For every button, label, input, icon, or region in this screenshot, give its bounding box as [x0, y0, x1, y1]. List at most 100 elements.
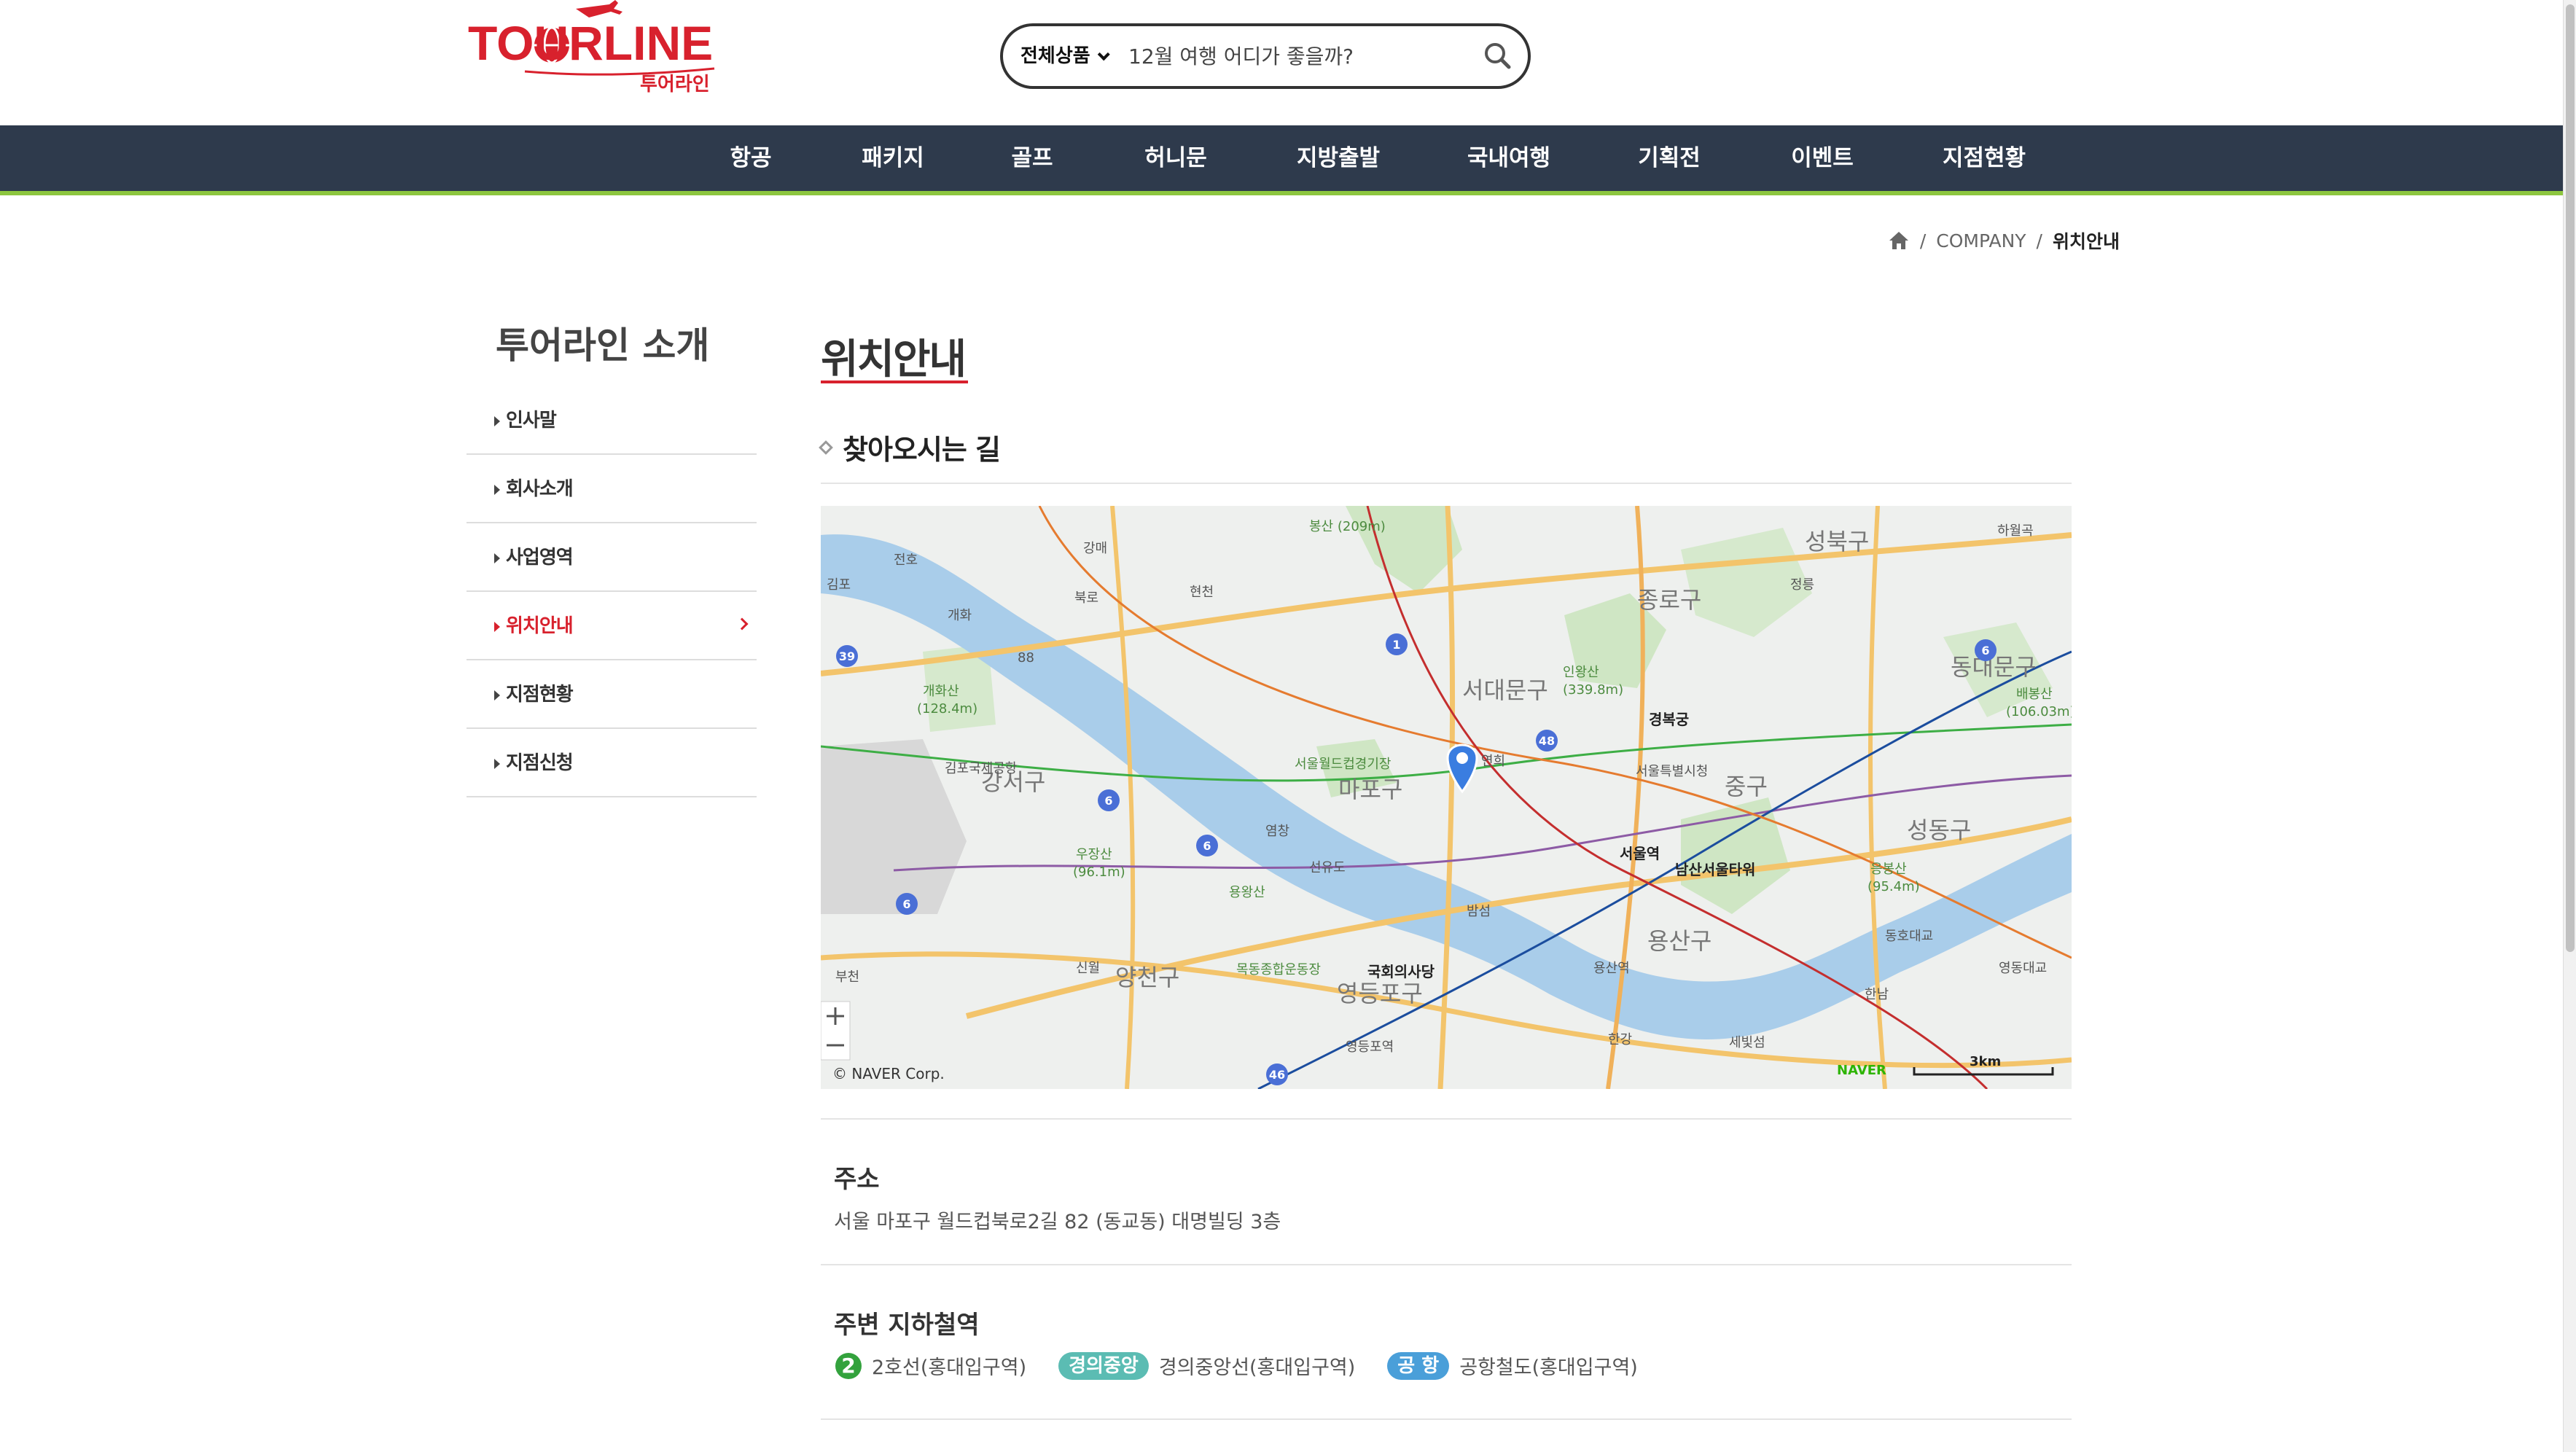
map-label-gaehwasan-h: (128.4m): [917, 701, 977, 717]
section-heading-text: 찾아오시는 길: [843, 434, 1001, 466]
map-label-mokdong: 목동종합운동장: [1236, 962, 1321, 977]
search-category-label: 전체상품: [1020, 45, 1090, 67]
map-label-yangcheon: 양천구: [1115, 964, 1179, 991]
map-label-baebongsan-h: (106.03m): [2006, 704, 2072, 719]
map-label-ic-bucheon: 부천: [835, 969, 859, 985]
map-label-ujangsan: 우장산: [1076, 847, 1112, 862]
sidebar-item-branches[interactable]: 지점현황: [467, 660, 757, 729]
address-title: 주소: [834, 1165, 880, 1194]
sidebar-menu: 인사말 회사소개 사업영역 위치안내 지점현황 지점신청: [467, 386, 757, 797]
tourline-logo[interactable]: TOURLINE 투어라인: [467, 0, 722, 98]
sidebar-item-apply[interactable]: 지점신청: [467, 729, 757, 797]
sidebar-item-business[interactable]: 사업영역: [467, 523, 757, 592]
sidebar-item-label: 지점현황: [506, 684, 574, 706]
nav-item-golf[interactable]: 골프: [996, 125, 1069, 191]
gyeongui-badge: 경의중앙: [1058, 1351, 1149, 1380]
breadcrumb-current: 위치안내: [2052, 231, 2120, 252]
map-label-hangang: 한강: [1608, 1032, 1632, 1047]
search-button[interactable]: [1481, 39, 1515, 73]
route-badge: 1: [1392, 638, 1400, 652]
chevron-right-icon: [735, 617, 749, 631]
map-label-jc-yeongdong: 영동대교: [1999, 961, 2047, 976]
sidebar-title: 투어라인 소개: [496, 324, 710, 367]
zoom-control[interactable]: [821, 1001, 851, 1061]
scrollbar-thumb[interactable]: [2566, 4, 2575, 952]
map-label-eungbongsan: 응봉산: [1870, 862, 1907, 877]
map-label-gimpo-airport: 김포국제공항: [945, 761, 1017, 776]
nav-item-domestic[interactable]: 국내여행: [1458, 125, 1560, 191]
subway-title: 주변 지하철역: [834, 1311, 980, 1340]
map-label-jeongneung: 정릉: [1790, 577, 1814, 593]
map-label-jc-dongho: 동호대교: [1885, 929, 1933, 944]
section-heading: 찾아오시는 길: [819, 427, 1001, 467]
search-input[interactable]: [1128, 26, 1471, 86]
nav-item-regional[interactable]: 지방출발: [1287, 125, 1389, 191]
location-map[interactable]: 성북구 종로구 동대문구 서대문구 마포구 강서구 중구 성동구 용산구 양천구…: [821, 506, 2072, 1089]
map-label-gimpo: 김포: [827, 577, 851, 593]
map-copyright: © NAVER Corp.: [832, 1065, 945, 1082]
search-icon: [1485, 43, 1511, 69]
divider: [821, 1118, 2072, 1120]
map-label-ic-yeonhui: 연희: [1481, 754, 1505, 769]
map-label-yeongdeungpo-station: 영등포역: [1346, 1039, 1394, 1055]
sidebar-item-greeting[interactable]: 인사말: [467, 386, 757, 455]
nav-item-branches[interactable]: 지점현황: [1933, 125, 2035, 191]
map-label-seongdong: 성동구: [1907, 816, 1971, 844]
map-label-gyeongbokgung: 경복궁: [1649, 711, 1689, 728]
nav-item-honeymoon[interactable]: 허니문: [1128, 125, 1223, 191]
subway-line-text: 2호선(홍대입구역): [872, 1357, 1027, 1379]
route-badge: 48: [1539, 734, 1555, 748]
sidebar-item-company[interactable]: 회사소개: [467, 455, 757, 523]
map-label-bamseom: 밤섬: [1467, 904, 1491, 919]
map-label-ic-gaehwa: 개화: [948, 608, 972, 623]
map-label-jongno: 종로구: [1637, 586, 1701, 614]
map-label-ingwangsan: 인왕산: [1563, 665, 1599, 680]
sidebar-item-label: 인사말: [506, 410, 557, 432]
diamond-icon: [819, 440, 833, 455]
sidebar-item-label: 지점신청: [506, 752, 574, 774]
main-nav: 항공 패키지 골프 허니문 지방출발 국내여행 기획전 이벤트 지점현황: [0, 125, 2563, 195]
breadcrumb-separator: /: [2036, 230, 2042, 251]
nav-item-flight[interactable]: 항공: [714, 125, 787, 191]
map-label-junggu: 중구: [1725, 773, 1768, 800]
map-label-bongsan: 봉산 (209m): [1309, 519, 1386, 534]
sidebar-item-label: 사업영역: [506, 547, 574, 569]
search-category-select[interactable]: 전체상품: [1020, 26, 1110, 86]
sidebar-item-label: 회사소개: [506, 478, 574, 500]
breadcrumb-separator: /: [1919, 230, 1927, 251]
map-label-eungbongsan-h: (95.4m): [1867, 879, 1920, 894]
nav-item-special[interactable]: 기획전: [1625, 125, 1713, 191]
bullet-icon: [494, 622, 500, 632]
map-label-sebitseom: 세빛섬: [1729, 1035, 1765, 1050]
map-label-mapo: 마포구: [1338, 776, 1402, 803]
home-icon[interactable]: [1888, 230, 1910, 251]
nav-item-event[interactable]: 이벤트: [1779, 125, 1866, 191]
logo-text: TOURLINE: [468, 16, 713, 70]
sidebar-item-location[interactable]: 위치안내: [467, 592, 757, 660]
route-badge: 39: [839, 649, 855, 663]
page-scrollbar[interactable]: [2563, 0, 2576, 1452]
route-badge: 6: [1104, 794, 1112, 808]
title-underline: [821, 380, 968, 383]
divider: [821, 483, 2072, 484]
map-label-namsan-tower: 남산서울타워: [1675, 861, 1755, 878]
breadcrumb-company[interactable]: COMPANY: [1936, 230, 2026, 251]
map-label-ic-hyeoncheon: 현천: [1190, 585, 1214, 600]
chevron-down-icon: [1097, 48, 1110, 61]
map-label-gaehwasan: 개화산: [923, 684, 959, 699]
subway-line-text: 공항철도(홍대입구역): [1459, 1357, 1638, 1379]
map-label-cityhall: 서울특별시청: [1636, 764, 1708, 779]
map-label-jc-88: 88: [1018, 650, 1034, 666]
map-label-yongwangsan: 용왕산: [1229, 885, 1265, 900]
route-badge: 6: [1203, 839, 1211, 853]
map-label-baebongsan: 배봉산: [2016, 687, 2053, 702]
nav-item-package[interactable]: 패키지: [846, 125, 940, 191]
bullet-icon: [494, 690, 500, 700]
map-label-yongsan: 용산구: [1647, 927, 1712, 955]
bullet-icon: [494, 553, 500, 563]
airport-rail-badge: 공 항: [1387, 1351, 1450, 1380]
naver-logo: NAVER: [1837, 1063, 1886, 1078]
map-label-ic-gangmae: 강매: [1083, 541, 1107, 556]
divider: [821, 1264, 2072, 1265]
logo-subtext: 투어라인: [640, 74, 710, 95]
